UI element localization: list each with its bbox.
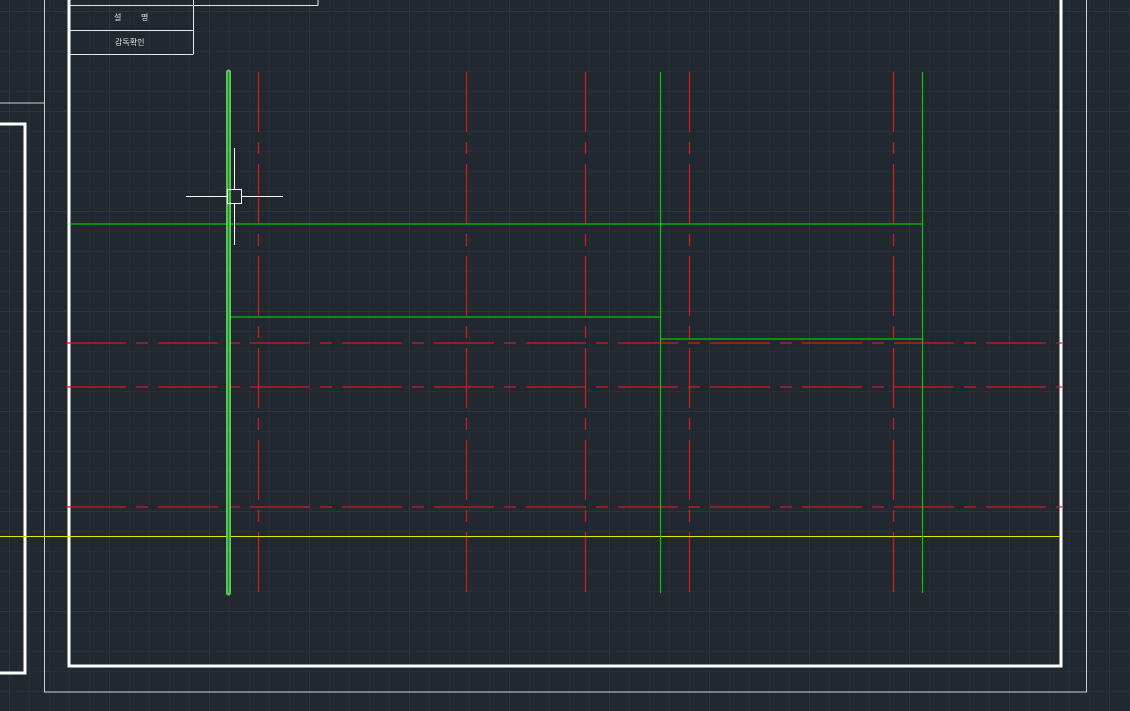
cad-drawing-canvas[interactable]: 설 명 감독확인 <box>0 0 1130 711</box>
left-sheet-border-thick <box>0 122 27 675</box>
sheet-frame <box>0 0 1087 693</box>
title-block-supervisor-label: 감독확인 <box>115 38 145 47</box>
crosshair-cursor <box>186 148 283 245</box>
outer-sheet-border <box>44 0 1087 693</box>
title-block-table <box>70 0 319 55</box>
red-grid-axes <box>66 72 1062 594</box>
title-block-right-char: 명 <box>141 13 149 22</box>
green-wall-lines[interactable] <box>70 72 924 593</box>
inner-drawing-border <box>67 0 1063 668</box>
title-block-left-char: 설 <box>114 13 122 22</box>
background-grid <box>0 0 1130 711</box>
